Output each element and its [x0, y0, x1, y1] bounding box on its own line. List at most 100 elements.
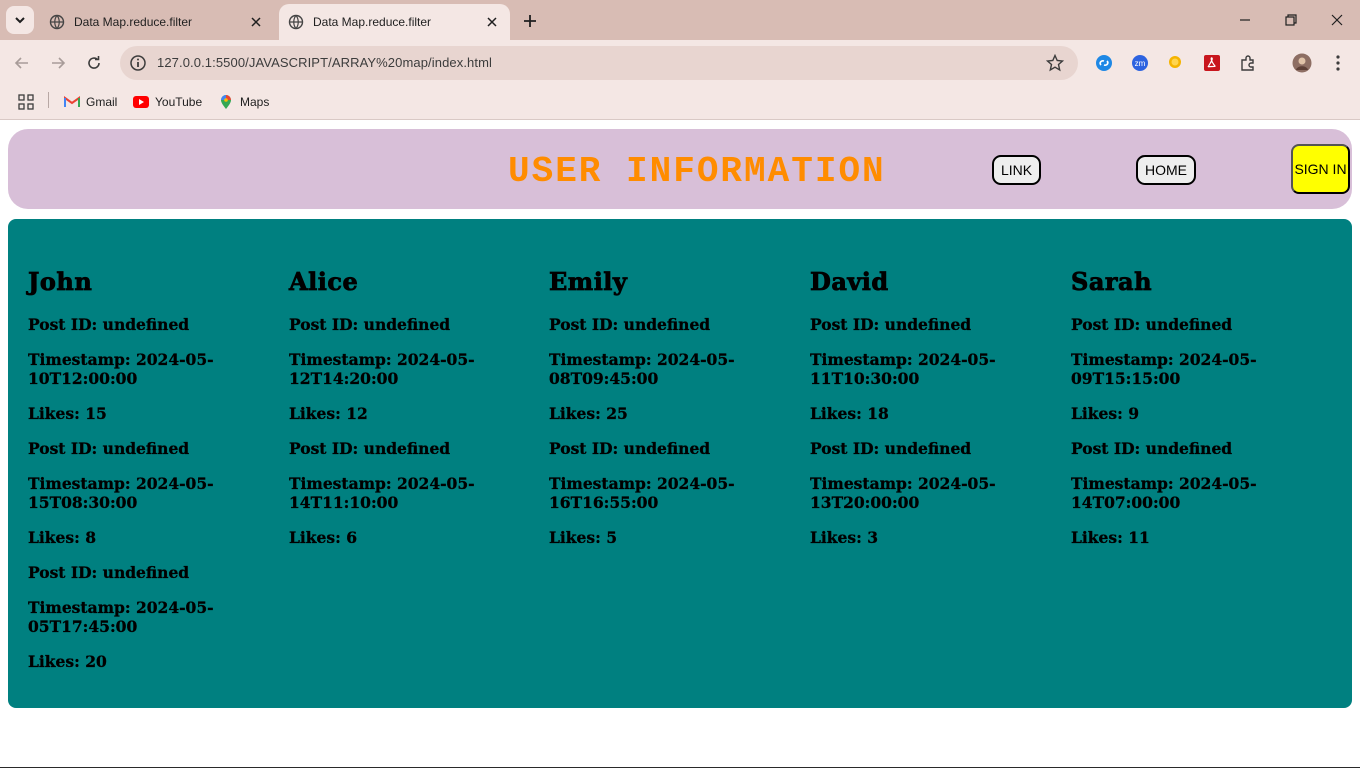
profile-avatar[interactable] [1291, 52, 1313, 74]
tab-title: Data Map.reduce.filter [313, 15, 432, 29]
post-id: Post ID: undefined [28, 315, 190, 334]
apps-grid-icon [18, 94, 34, 110]
post-timestamp: Timestamp: 2024-05-05T17:45:00 [28, 598, 214, 636]
bookmarks-bar: Gmail YouTube Maps [0, 85, 1360, 120]
users-section: John Post ID: undefined Timestamp: 2024-… [8, 219, 1352, 708]
restore-button[interactable] [1279, 8, 1303, 32]
menu-kebab-icon[interactable] [1327, 52, 1349, 74]
post-id: Post ID: undefined [289, 315, 451, 334]
zoom-extension-icon[interactable]: zm [1129, 52, 1151, 74]
user-name: David [810, 267, 889, 297]
apps-button[interactable] [18, 92, 34, 112]
post-likes: Likes: 20 [28, 652, 107, 671]
svg-text:zm: zm [1135, 59, 1146, 68]
tab-strip: Data Map.reduce.filter Data Map.reduce.f… [0, 0, 1360, 40]
link-button[interactable]: LINK [992, 155, 1042, 185]
user-card-emily: Emily Post ID: undefined Timestamp: 2024… [549, 267, 799, 563]
tab-title: Data Map.reduce.filter [74, 15, 193, 29]
plus-icon [524, 15, 536, 27]
tab-active[interactable]: Data Map.reduce.filter [279, 4, 510, 40]
globe-icon [288, 14, 304, 30]
restore-icon [1285, 14, 1297, 26]
forward-button[interactable] [46, 51, 70, 75]
post-likes: Likes: 9 [1071, 404, 1140, 423]
close-tab-icon[interactable] [484, 14, 500, 30]
gmail-icon [64, 94, 80, 110]
post-timestamp: Timestamp: 2024-05-12T14:20:00 [289, 350, 475, 388]
extensions-puzzle-icon[interactable] [1237, 52, 1259, 74]
post-likes: Likes: 18 [810, 404, 889, 423]
page-viewport: USER INFORMATION LINK HOME SIGN IN John … [0, 121, 1360, 768]
close-icon [1331, 14, 1343, 26]
post-timestamp: Timestamp: 2024-05-16T16:55:00 [549, 474, 735, 512]
page-header: USER INFORMATION LINK HOME SIGN IN [8, 129, 1352, 209]
post-id: Post ID: undefined [810, 439, 972, 458]
tab-search-button[interactable] [6, 6, 34, 34]
bookmark-label: Gmail [86, 95, 118, 109]
close-window-button[interactable] [1325, 8, 1349, 32]
back-button[interactable] [10, 51, 34, 75]
post-likes: Likes: 5 [549, 528, 618, 547]
site-info-icon[interactable] [129, 54, 147, 72]
arrow-right-icon [52, 57, 66, 69]
post-timestamp: Timestamp: 2024-05-15T08:30:00 [28, 474, 214, 512]
post-likes: Likes: 11 [1071, 528, 1150, 547]
post-id: Post ID: undefined [28, 439, 190, 458]
post-likes: Likes: 25 [549, 404, 628, 423]
post-timestamp: Timestamp: 2024-05-13T20:00:00 [810, 474, 996, 512]
url-text[interactable]: 127.0.0.1:5500/JAVASCRIPT/ARRAY%20map/in… [157, 55, 492, 70]
user-name: Alice [289, 267, 359, 297]
page-title: USER INFORMATION [508, 151, 886, 192]
bookmark-label: YouTube [155, 95, 203, 109]
chevron-down-icon [15, 17, 25, 24]
post-timestamp: Timestamp: 2024-05-09T15:15:00 [1071, 350, 1257, 388]
reload-icon [88, 56, 100, 69]
minimize-button[interactable] [1233, 8, 1257, 32]
bookmark-label: Maps [240, 95, 270, 109]
arrow-left-icon [14, 57, 28, 69]
user-card-david: David Post ID: undefined Timestamp: 2024… [810, 267, 1060, 563]
maps-icon [218, 94, 234, 110]
home-button[interactable]: HOME [1136, 155, 1196, 185]
reload-button[interactable] [82, 51, 106, 75]
post-likes: Likes: 15 [28, 404, 107, 423]
bookmark-maps[interactable]: Maps [218, 92, 269, 112]
bookmark-youtube[interactable]: YouTube [133, 92, 202, 112]
user-name: Sarah [1071, 267, 1153, 297]
user-name: John [28, 267, 93, 297]
post-likes: Likes: 6 [289, 528, 358, 547]
sign-in-button[interactable]: SIGN IN [1291, 144, 1350, 194]
post-likes: Likes: 3 [810, 528, 879, 547]
post-id: Post ID: undefined [1071, 315, 1233, 334]
user-card-alice: Alice Post ID: undefined Timestamp: 2024… [289, 267, 539, 563]
post-id: Post ID: undefined [28, 563, 190, 582]
shazam-extension-icon[interactable] [1093, 52, 1115, 74]
post-id: Post ID: undefined [549, 439, 711, 458]
bookmark-gmail[interactable]: Gmail [64, 92, 117, 112]
post-timestamp: Timestamp: 2024-05-11T10:30:00 [810, 350, 996, 388]
post-likes: Likes: 8 [28, 528, 97, 547]
pdf-extension-icon[interactable] [1201, 52, 1223, 74]
post-id: Post ID: undefined [549, 315, 711, 334]
youtube-icon [133, 94, 149, 110]
user-card-john: John Post ID: undefined Timestamp: 2024-… [28, 267, 278, 687]
post-timestamp: Timestamp: 2024-05-14T11:10:00 [289, 474, 475, 512]
minimize-icon [1240, 19, 1250, 21]
post-id: Post ID: undefined [289, 439, 451, 458]
post-id: Post ID: undefined [810, 315, 972, 334]
tab-inactive[interactable]: Data Map.reduce.filter [40, 4, 274, 40]
post-id: Post ID: undefined [1071, 439, 1233, 458]
post-timestamp: Timestamp: 2024-05-08T09:45:00 [549, 350, 735, 388]
new-tab-button[interactable] [519, 10, 541, 32]
bookmark-star-icon[interactable] [1046, 54, 1064, 72]
browser-toolbar: 127.0.0.1:5500/JAVASCRIPT/ARRAY%20map/in… [0, 40, 1360, 115]
bookmarks-divider [48, 92, 49, 108]
close-tab-icon[interactable] [248, 14, 264, 30]
address-bar[interactable]: 127.0.0.1:5500/JAVASCRIPT/ARRAY%20map/in… [120, 46, 1078, 80]
post-likes: Likes: 12 [289, 404, 368, 423]
user-name: Emily [549, 267, 628, 297]
post-timestamp: Timestamp: 2024-05-10T12:00:00 [28, 350, 214, 388]
post-timestamp: Timestamp: 2024-05-14T07:00:00 [1071, 474, 1257, 512]
globe-icon [49, 14, 65, 30]
weather-extension-icon[interactable] [1165, 52, 1187, 74]
